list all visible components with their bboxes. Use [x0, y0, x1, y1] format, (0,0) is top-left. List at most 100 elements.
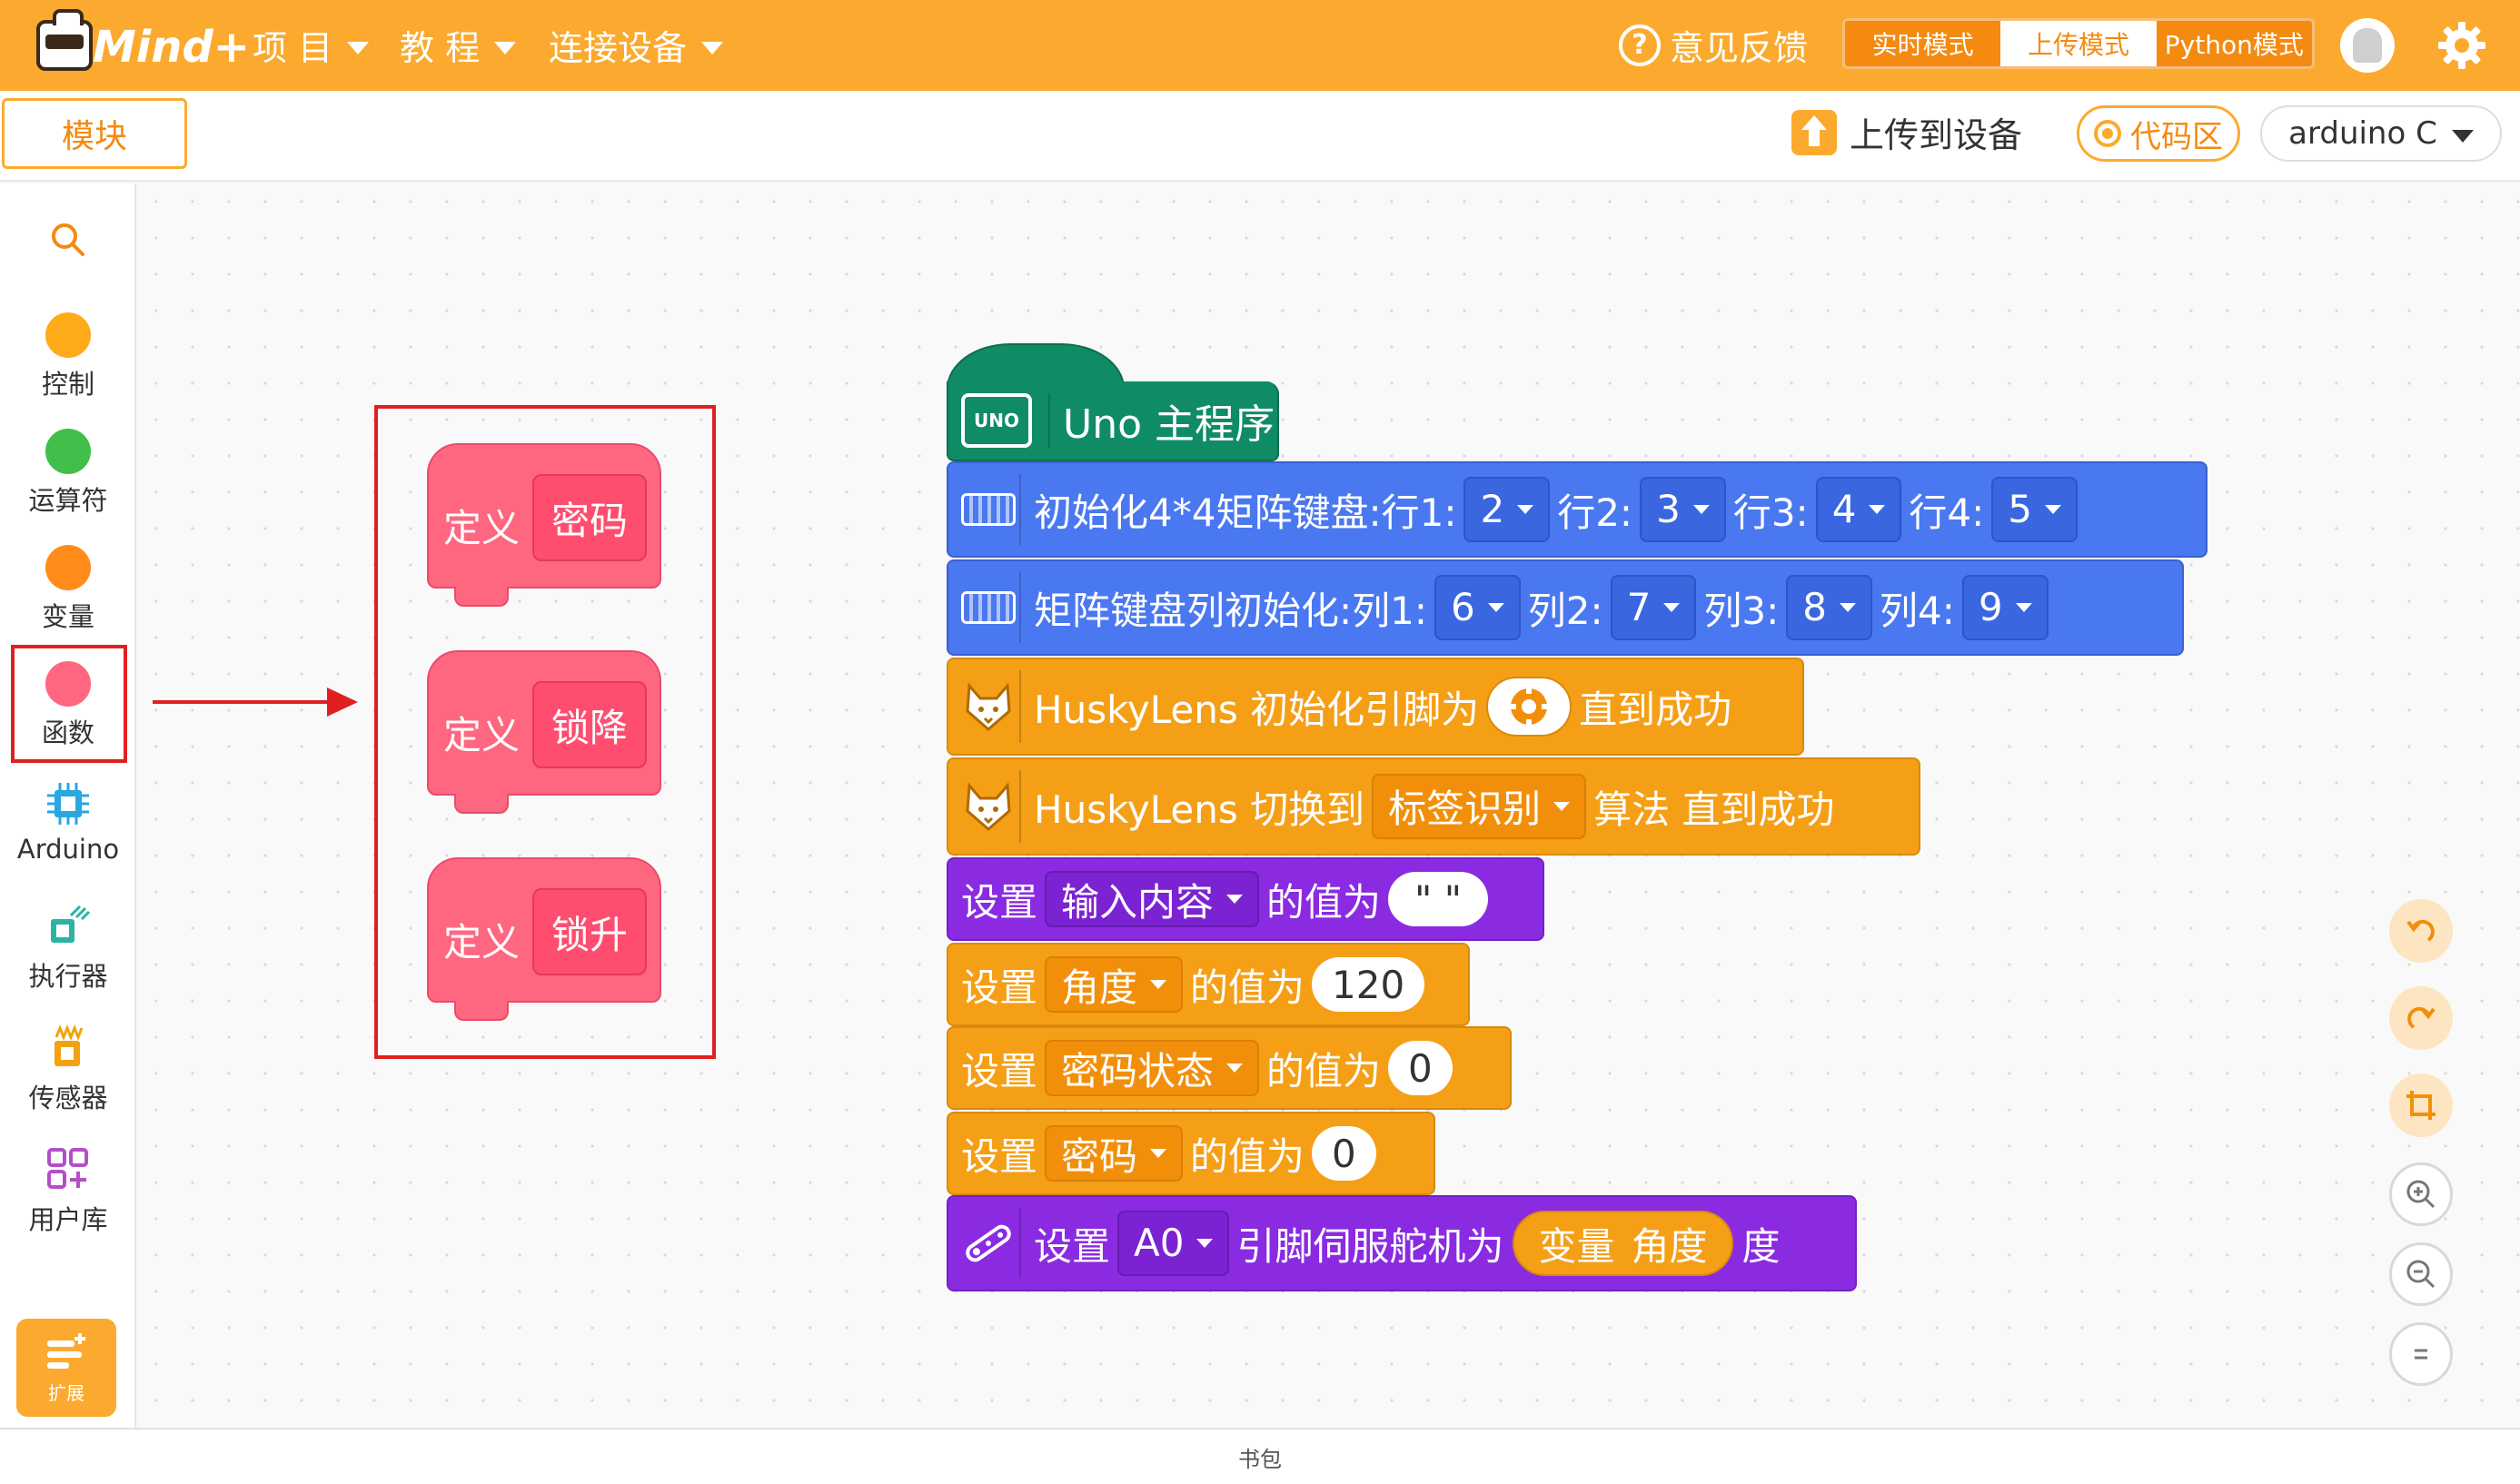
category-arduino[interactable]: Arduino — [0, 779, 136, 865]
extension-label: 扩展 — [48, 1381, 84, 1404]
caret-down-icon — [1517, 504, 1534, 514]
backpack-bar[interactable]: 书包 — [0, 1428, 2520, 1484]
husky-icon — [957, 659, 1019, 754]
row2-dropdown[interactable]: 3 — [1640, 477, 1726, 542]
feedback-button[interactable]: ? 意见反馈 — [1619, 20, 1808, 70]
menu-tutorial[interactable]: 教 程 — [400, 20, 517, 70]
value-input[interactable]: " " — [1388, 872, 1489, 926]
mind-plus-logo[interactable]: Mind+ — [33, 9, 250, 78]
mode-realtime[interactable]: 实时模式 — [1845, 21, 2000, 66]
algorithm-dropdown[interactable]: 标签识别 — [1372, 773, 1587, 840]
block-label: 算法 直到成功 — [1593, 787, 1835, 832]
category-search[interactable] — [0, 220, 136, 260]
set-angle-block[interactable]: 设置 角度 的值为 120 — [947, 943, 1470, 1026]
category-variables[interactable]: 变量 — [0, 545, 136, 634]
row1-dropdown[interactable]: 2 — [1463, 477, 1551, 542]
servo-set-angle-block[interactable]: 设置 A0 引脚伺服舵机为 变量 角度 度 — [947, 1195, 1857, 1291]
language-select[interactable]: arduino C — [2260, 105, 2502, 162]
caret-down-icon — [2045, 504, 2062, 514]
set-password-state-block[interactable]: 设置 密码状态 的值为 0 — [947, 1026, 1512, 1110]
gear-icon[interactable] — [2435, 18, 2489, 73]
category-sensors[interactable]: 传感器 — [0, 1023, 136, 1115]
keyboard-icon — [957, 463, 1019, 556]
col1-dropdown[interactable]: 6 — [1434, 575, 1521, 640]
tab-blocks[interactable]: 模块 — [2, 98, 187, 169]
set-input-variable-block[interactable]: 设置 输入内容 的值为 " " — [947, 857, 1544, 941]
row4-dropdown[interactable]: 5 — [1991, 477, 2079, 542]
code-area-toggle[interactable]: 代码区 — [2077, 105, 2240, 162]
variable-dropdown[interactable]: 输入内容 — [1045, 871, 1260, 927]
caret-down-icon — [2015, 602, 2032, 612]
dropdown-value: 角度 — [1061, 965, 1138, 1010]
define-block-password[interactable]: 定义 密码 — [427, 443, 661, 607]
row3-dropdown[interactable]: 4 — [1815, 477, 1902, 542]
servo-icon — [957, 1197, 1019, 1290]
define-keyword: 定义 — [443, 506, 521, 550]
variable-dropdown[interactable]: 密码 — [1045, 1125, 1184, 1182]
redo-button[interactable] — [2389, 986, 2453, 1050]
pin-dropdown[interactable]: A0 — [1117, 1211, 1230, 1276]
chip-icon — [47, 783, 89, 825]
variable-reporter-angle[interactable]: 变量 角度 — [1513, 1211, 1733, 1276]
category-control[interactable]: 控制 — [0, 312, 136, 401]
block-label: 的值为 — [1190, 965, 1305, 1010]
chevron-down-icon — [701, 41, 724, 54]
extension-icon — [47, 1332, 85, 1369]
set-password-block[interactable]: 设置 密码 的值为 0 — [947, 1112, 1435, 1195]
block-label: HuskyLens 切换到 — [1034, 787, 1365, 832]
upload-to-device-button[interactable]: 上传到设备 — [1791, 107, 2022, 157]
zoom-in-button[interactable] — [2389, 1162, 2453, 1226]
i2c-pin-selector[interactable] — [1486, 677, 1573, 737]
block-label: HuskyLens 初始化引脚为 — [1034, 687, 1480, 732]
category-user-library[interactable]: 用户库 — [0, 1144, 136, 1237]
variable-dropdown[interactable]: 角度 — [1045, 956, 1184, 1013]
category-actuators[interactable]: 执行器 — [0, 901, 136, 994]
dropdown-value: A0 — [1134, 1221, 1185, 1266]
menu-project[interactable]: 项 目 — [253, 20, 370, 70]
separator — [1019, 670, 1021, 743]
block-label: 的值为 — [1266, 1048, 1382, 1093]
value-input[interactable]: 0 — [1312, 1126, 1376, 1181]
variable-dropdown[interactable]: 密码状态 — [1045, 1040, 1260, 1096]
category-label: 传感器 — [28, 1083, 108, 1113]
undo-button[interactable] — [2389, 899, 2453, 963]
crop-button[interactable] — [2389, 1073, 2453, 1137]
language-value: arduino C — [2288, 115, 2437, 152]
define-keyword: 定义 — [443, 713, 521, 757]
category-label: 执行器 — [28, 961, 108, 992]
value-input[interactable]: 120 — [1312, 957, 1425, 1012]
block-label: 列2: — [1527, 588, 1603, 633]
col3-dropdown[interactable]: 8 — [1786, 575, 1872, 640]
keypad-init-rows-block[interactable]: 初始化4*4矩阵键盘:行1: 2 行2: 3 行3: 4 行4: 5 — [947, 461, 2207, 558]
uno-main-program-block[interactable]: UNO Uno 主程序 — [947, 381, 1279, 461]
keyboard-icon — [957, 561, 1019, 654]
col2-dropdown[interactable]: 7 — [1610, 575, 1697, 640]
extension-button[interactable]: 扩展 — [16, 1319, 116, 1417]
define-name[interactable]: 密码 — [532, 474, 647, 561]
define-name[interactable]: 锁升 — [532, 888, 647, 975]
menu-connect-device[interactable]: 连接设备 — [549, 20, 724, 70]
col4-dropdown[interactable]: 9 — [1961, 575, 2049, 640]
block-label: 直到成功 — [1579, 687, 1732, 732]
robot-logo-icon — [36, 9, 93, 71]
category-operators[interactable]: 运算符 — [0, 429, 136, 518]
define-name[interactable]: 锁降 — [532, 681, 647, 768]
keypad-init-cols-block[interactable]: 矩阵键盘列初始化:列1: 6 列2: 7 列3: 8 列4: 9 — [947, 559, 2184, 656]
zoom-out-button[interactable] — [2389, 1242, 2453, 1306]
value-input[interactable]: 0 — [1388, 1041, 1453, 1095]
user-avatar[interactable] — [2340, 18, 2395, 73]
define-block-lock-down[interactable]: 定义 锁降 — [427, 650, 661, 814]
define-keyword: 定义 — [443, 920, 521, 965]
huskylens-init-block[interactable]: HuskyLens 初始化引脚为 直到成功 — [947, 658, 1804, 756]
mode-upload[interactable]: 上传模式 — [2000, 21, 2157, 66]
define-block-lock-up[interactable]: 定义 锁升 — [427, 857, 661, 1021]
chevron-down-icon — [347, 41, 370, 54]
category-label: 变量 — [41, 601, 94, 632]
mode-python[interactable]: Python模式 — [2157, 21, 2312, 66]
category-label: Arduino — [16, 834, 120, 865]
dropdown-value: 2 — [1480, 487, 1505, 532]
huskylens-switch-algorithm-block[interactable]: HuskyLens 切换到 标签识别 算法 直到成功 — [947, 757, 1920, 856]
question-icon: ? — [1619, 24, 1661, 66]
reset-zoom-button[interactable] — [2389, 1322, 2453, 1386]
reporter-name: 角度 — [1631, 1223, 1708, 1269]
